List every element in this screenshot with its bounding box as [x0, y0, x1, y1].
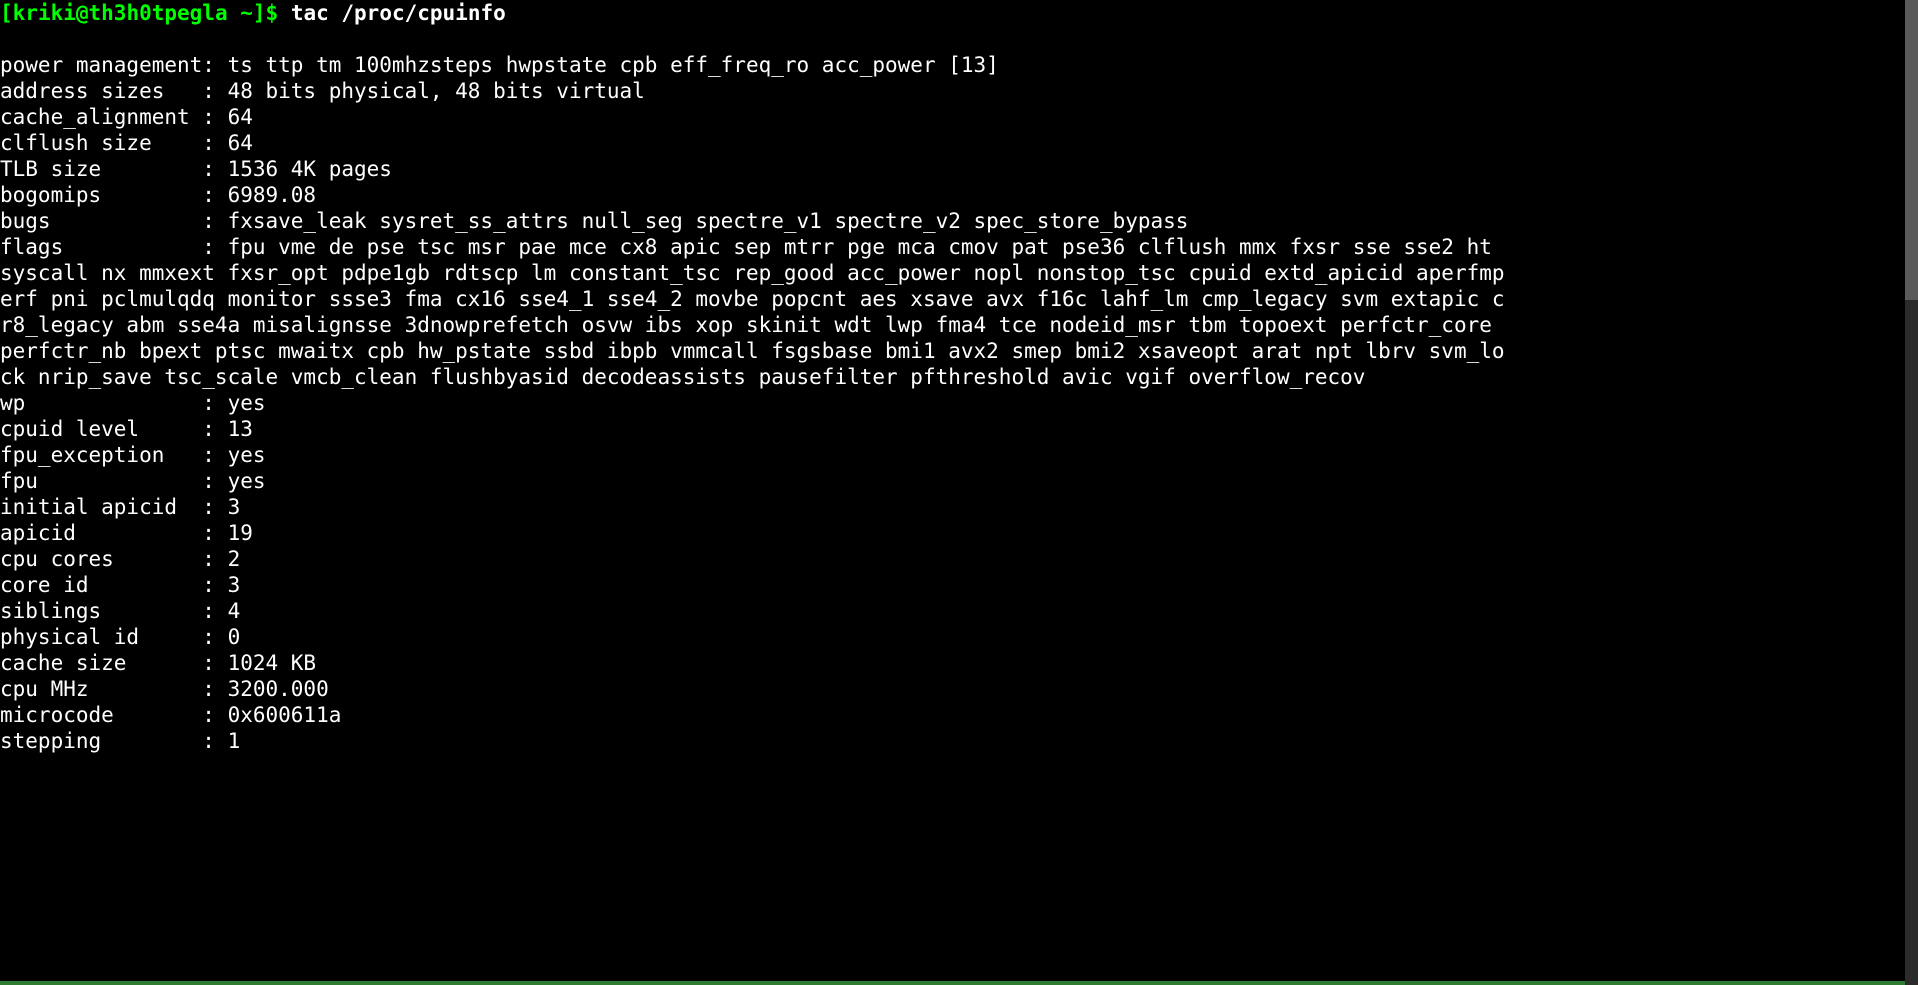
- output-line-wp: wp : yes: [0, 391, 266, 415]
- output-line-cache-alignment: cache_alignment : 64: [0, 105, 253, 129]
- output-line-core-id: core id : 3: [0, 573, 240, 597]
- output-line-tlb-size: TLB size : 1536 4K pages: [0, 157, 392, 181]
- output-line-power-management: power management: ts ttp tm 100mhzsteps …: [0, 53, 999, 77]
- output-line-cache-size: cache size : 1024 KB: [0, 651, 316, 675]
- output-line-cpu-mhz: cpu MHz : 3200.000: [0, 677, 329, 701]
- output-line-physical-id: physical id : 0: [0, 625, 240, 649]
- prompt-bracket-close: ]$: [253, 1, 291, 25]
- output-line-initial-apicid: initial apicid : 3: [0, 495, 240, 519]
- prompt-user-host: kriki@th3h0tpegla ~: [13, 1, 253, 25]
- output-line-fpu: fpu : yes: [0, 469, 266, 493]
- output-line-stepping: stepping : 1: [0, 729, 240, 753]
- output-line-cpuid-level: cpuid level : 13: [0, 417, 253, 441]
- output-line-apicid: apicid : 19: [0, 521, 253, 545]
- output-line-bugs: bugs : fxsave_leak sysret_ss_attrs null_…: [0, 209, 1188, 233]
- terminal-output[interactable]: [kriki@th3h0tpegla ~]$ tac /proc/cpuinfo…: [0, 0, 1516, 754]
- command-text: tac /proc/cpuinfo: [291, 1, 506, 25]
- output-line-clflush-size: clflush size : 64: [0, 131, 253, 155]
- output-line-flags: flags : fpu vme de pse tsc msr pae mce c…: [0, 235, 1505, 389]
- output-line-fpu-exception: fpu_exception : yes: [0, 443, 266, 467]
- output-line-address-sizes: address sizes : 48 bits physical, 48 bit…: [0, 79, 645, 103]
- window-bottom-border: [0, 981, 1905, 985]
- prompt-bracket-open: [: [0, 1, 13, 25]
- output-line-bogomips: bogomips : 6989.08: [0, 183, 316, 207]
- output-line-siblings: siblings : 4: [0, 599, 240, 623]
- output-line-microcode: microcode : 0x600611a: [0, 703, 341, 727]
- scrollbar-thumb[interactable]: [1905, 0, 1918, 300]
- output-line-cpu-cores: cpu cores : 2: [0, 547, 240, 571]
- vertical-scrollbar[interactable]: [1905, 0, 1918, 985]
